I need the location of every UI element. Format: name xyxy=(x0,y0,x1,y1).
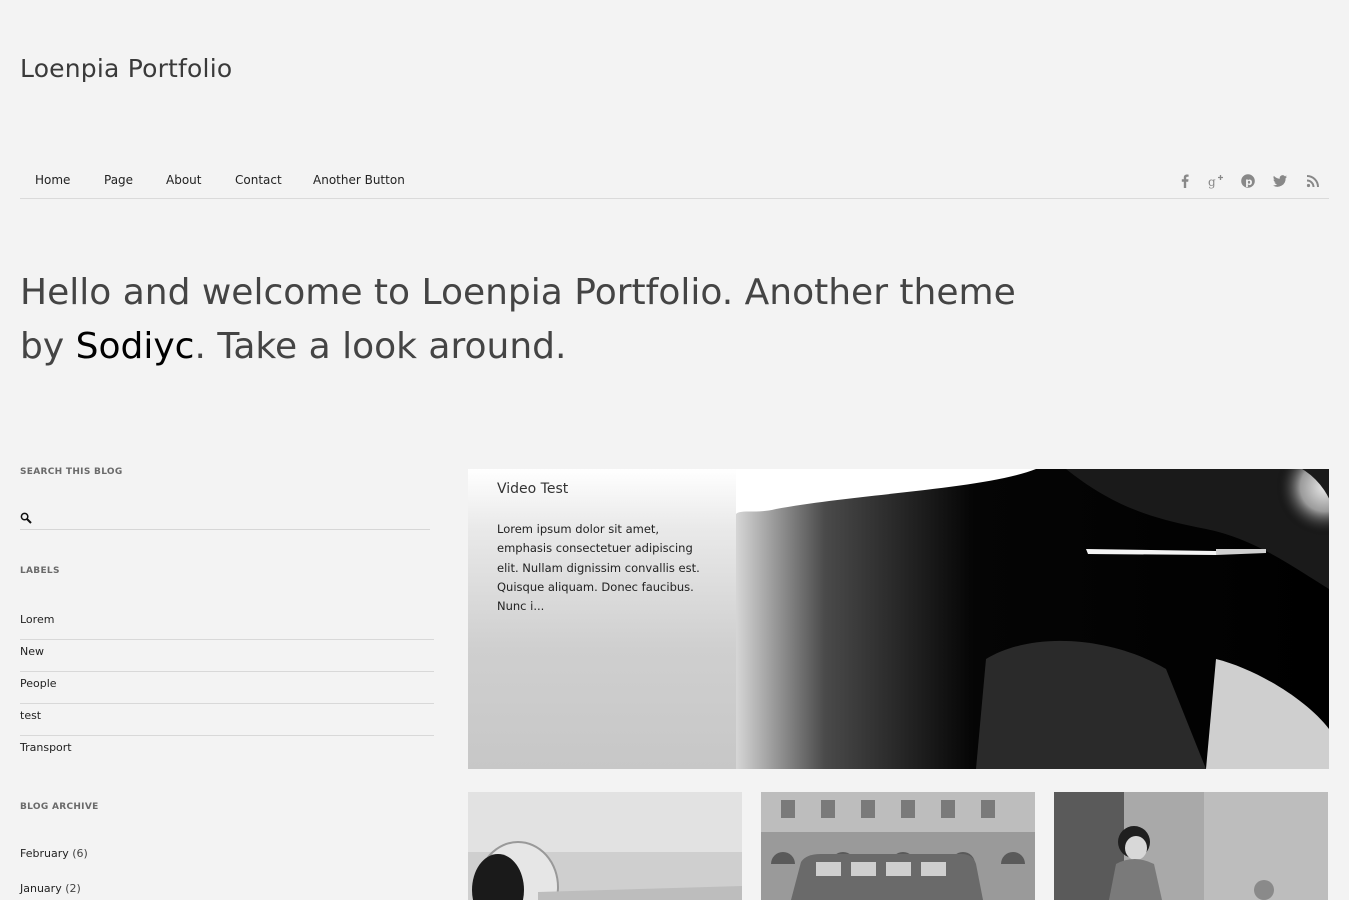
archive-item-january: January (2) xyxy=(20,882,81,895)
archive-count: (6) xyxy=(72,847,88,860)
svg-text:p: p xyxy=(1245,177,1252,188)
nav-item-about[interactable]: About xyxy=(166,173,201,187)
featured-post-text-panel: Video Test Lorem ipsum dolor sit amet, e… xyxy=(468,469,736,769)
hero-intro: Hello and welcome to Loenpia Portfolio. … xyxy=(20,266,1040,374)
nav-item-another-button[interactable]: Another Button xyxy=(313,173,405,187)
nav-item-contact[interactable]: Contact xyxy=(235,173,282,187)
archive-count: (2) xyxy=(65,882,81,895)
search-widget-title: SEARCH THIS BLOG xyxy=(20,467,123,477)
site-title[interactable]: Loenpia Portfolio xyxy=(20,54,232,83)
rss-icon[interactable] xyxy=(1303,171,1323,191)
featured-post-image[interactable] xyxy=(736,469,1329,769)
labels-list: Lorem New People test Transport xyxy=(20,608,434,768)
label-item-transport[interactable]: Transport xyxy=(20,736,434,768)
main-nav: Home Page About Contact Another Button g… xyxy=(20,168,1329,199)
search-input[interactable] xyxy=(38,506,422,526)
archive-month-link[interactable]: February xyxy=(20,847,69,860)
hero-text-end: . Take a look around. xyxy=(194,326,567,367)
label-item-lorem[interactable]: Lorem xyxy=(20,608,434,640)
pinterest-icon[interactable]: p xyxy=(1238,171,1258,191)
search-icon[interactable] xyxy=(20,509,32,524)
label-item-new[interactable]: New xyxy=(20,640,434,672)
featured-post[interactable]: Video Test Lorem ipsum dolor sit amet, e… xyxy=(468,469,1329,769)
svg-text:g: g xyxy=(1208,175,1216,189)
post-thumbnail[interactable] xyxy=(761,792,1035,900)
featured-post-excerpt: Lorem ipsum dolor sit amet, emphasis con… xyxy=(497,522,700,614)
post-thumbnail[interactable] xyxy=(1054,792,1328,900)
labels-widget-title: LABELS xyxy=(20,566,60,576)
nav-item-page[interactable]: Page xyxy=(104,173,133,187)
archive-widget-title: BLOG ARCHIVE xyxy=(20,802,99,812)
search-box xyxy=(20,502,430,530)
archive-item-february: February (6) xyxy=(20,847,88,860)
featured-post-title[interactable]: Video Test xyxy=(497,481,568,497)
google-plus-icon[interactable]: g xyxy=(1206,171,1226,191)
facebook-icon[interactable] xyxy=(1175,171,1195,191)
label-item-people[interactable]: People xyxy=(20,672,434,704)
label-item-test[interactable]: test xyxy=(20,704,434,736)
post-thumbnail[interactable] xyxy=(468,792,742,900)
nav-item-home[interactable]: Home xyxy=(35,173,70,187)
archive-month-link[interactable]: January xyxy=(20,882,62,895)
author-link[interactable]: Sodiyc xyxy=(76,326,195,367)
twitter-icon[interactable] xyxy=(1270,171,1290,191)
